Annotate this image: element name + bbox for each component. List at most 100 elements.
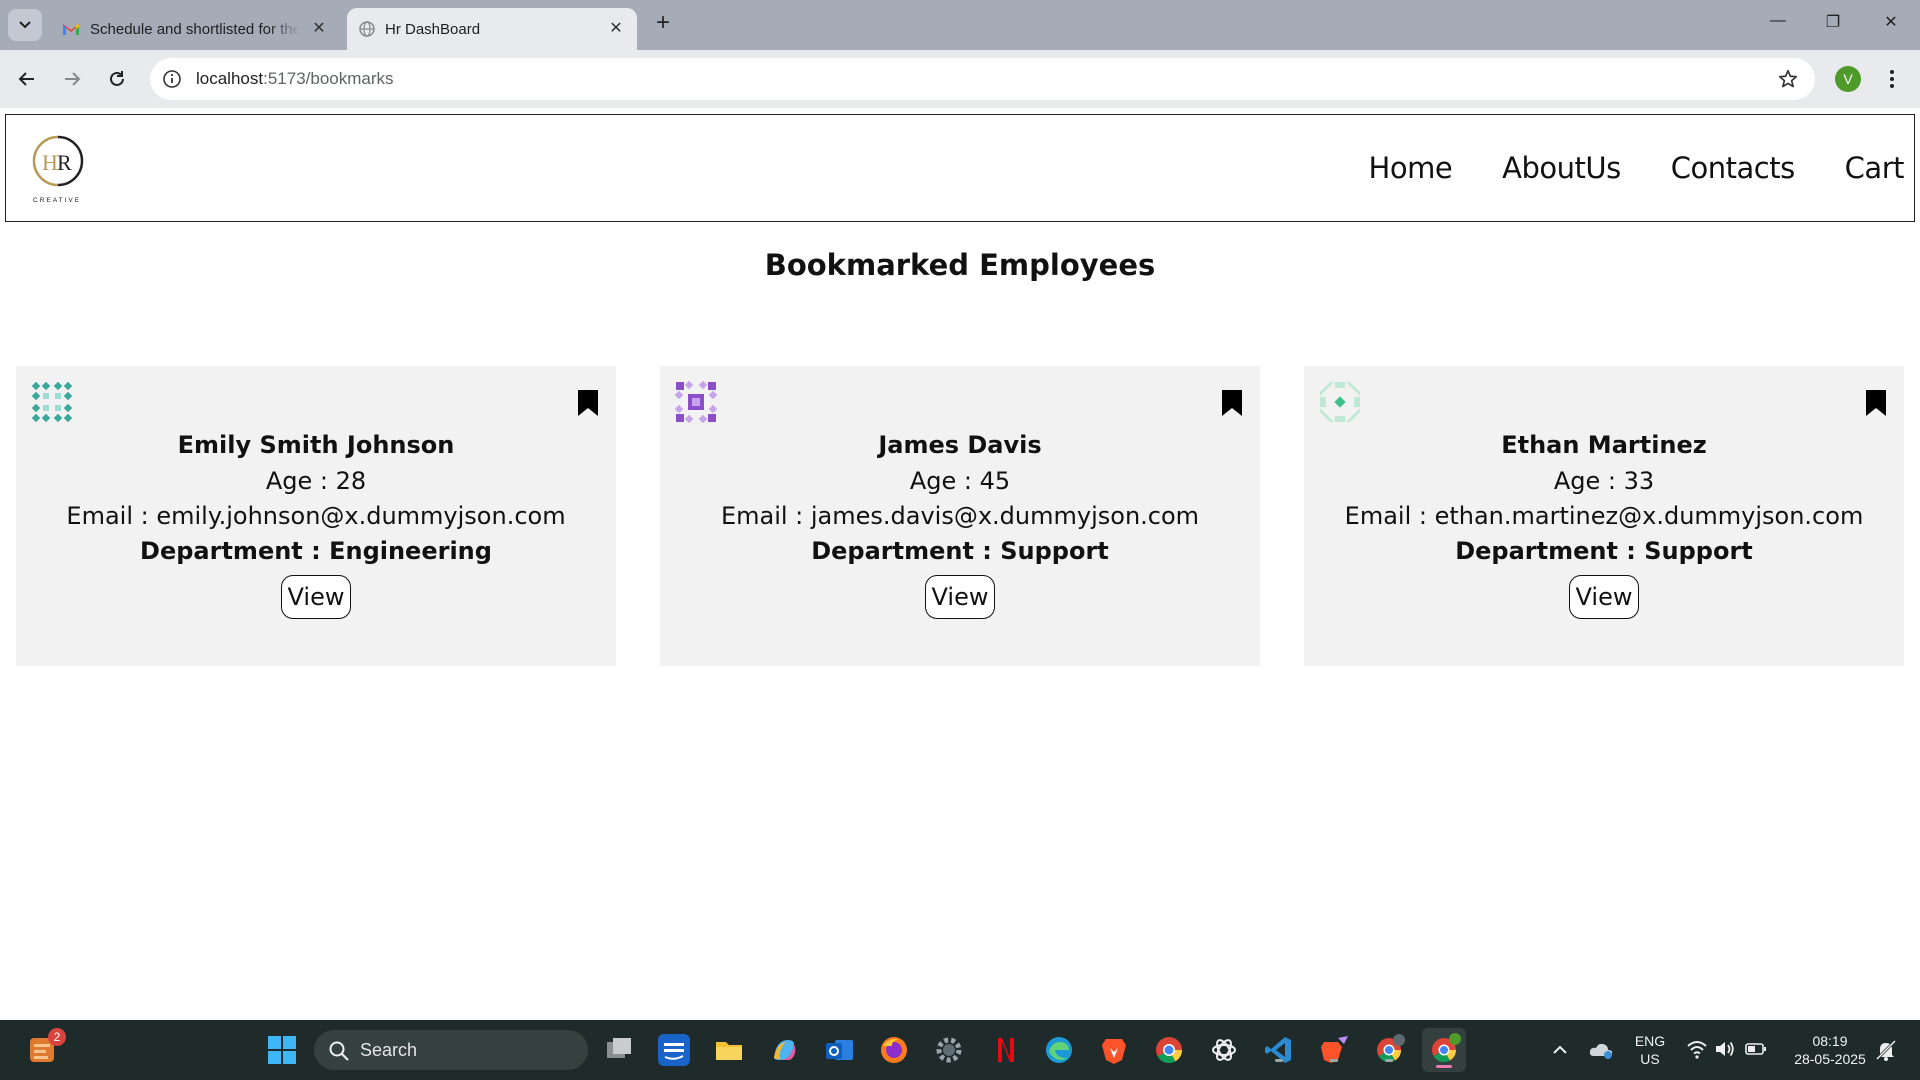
- firefox-icon: [881, 1037, 907, 1063]
- logo-subtext: CREATIVE: [33, 197, 81, 204]
- more-vert-icon: [1890, 70, 1894, 88]
- employee-name: Ethan Martinez: [1501, 431, 1707, 459]
- site-info-icon[interactable]: [162, 69, 182, 89]
- show-hidden-icons-button[interactable]: [1548, 1038, 1572, 1062]
- employee-details: Ethan Martinez Age : 33 Email : ethan.ma…: [1304, 428, 1904, 619]
- address-bar[interactable]: localhost:5173/bookmarks: [150, 58, 1815, 100]
- close-tab-icon[interactable]: ✕: [310, 20, 328, 38]
- firefox-app[interactable]: [878, 1034, 910, 1066]
- close-tab-icon[interactable]: ✕: [607, 20, 625, 38]
- region-code: US: [1640, 1051, 1660, 1067]
- restore-button[interactable]: ❐: [1818, 12, 1848, 36]
- wifi-tray[interactable]: [1686, 1038, 1708, 1060]
- svg-text:R: R: [57, 150, 72, 175]
- tab-title: Schedule and shortlisted for the: [90, 20, 300, 38]
- chrome-profile-v-app[interactable]: [1422, 1028, 1466, 1072]
- language-indicator[interactable]: ENG US: [1628, 1032, 1672, 1068]
- bookmark-icon[interactable]: [576, 388, 600, 418]
- close-window-button[interactable]: ✕: [1876, 12, 1906, 36]
- settings-app[interactable]: [933, 1034, 965, 1066]
- chatgpt-app[interactable]: [1208, 1034, 1240, 1066]
- taskbar-search[interactable]: Search: [314, 1030, 588, 1070]
- task-view-icon: [607, 1038, 631, 1058]
- gear-icon: [936, 1037, 962, 1063]
- view-button[interactable]: View: [1568, 575, 1640, 619]
- forward-button[interactable]: [57, 64, 87, 94]
- copilot-app[interactable]: [768, 1034, 800, 1066]
- edge-app[interactable]: [1043, 1034, 1075, 1066]
- employee-avatar: [1320, 382, 1360, 422]
- copilot-icon: [774, 1040, 796, 1060]
- onedrive-tray[interactable]: [1588, 1038, 1614, 1062]
- wifi-icon: [1687, 1041, 1707, 1059]
- employee-card: Ethan Martinez Age : 33 Email : ethan.ma…: [1304, 366, 1904, 666]
- start-button[interactable]: [266, 1034, 298, 1066]
- search-icon: [329, 1041, 349, 1061]
- tab-title: Hr DashBoard: [385, 20, 481, 38]
- notification-badge: 2: [48, 1028, 66, 1046]
- running-indicator: [1275, 1059, 1283, 1062]
- bookmark-icon[interactable]: [1864, 388, 1888, 418]
- brave-icon: [1102, 1039, 1126, 1064]
- bookmark-star-icon[interactable]: [1777, 68, 1799, 90]
- task-view-button[interactable]: [603, 1034, 635, 1066]
- tab-search-button[interactable]: [8, 9, 42, 41]
- nav-aboutus[interactable]: AboutUs: [1502, 151, 1621, 185]
- tab-gmail[interactable]: Schedule and shortlisted for the ✕: [50, 8, 340, 50]
- new-tab-button[interactable]: +: [650, 11, 676, 37]
- browser-toolbar: localhost:5173/bookmarks V: [0, 50, 1920, 108]
- search-placeholder: Search: [360, 1040, 418, 1060]
- view-button[interactable]: View: [924, 575, 996, 619]
- employee-department: Department : Support: [811, 537, 1109, 565]
- vscode-app[interactable]: [1263, 1034, 1295, 1066]
- reload-button[interactable]: [102, 64, 132, 94]
- weather-widget[interactable]: 2: [26, 1028, 66, 1066]
- employee-age: Age : 33: [1553, 467, 1655, 495]
- svg-text:H: H: [42, 150, 58, 175]
- notifications-button[interactable]: [1874, 1038, 1898, 1062]
- url-host: localhost: [196, 69, 264, 88]
- battery-icon: [1745, 1043, 1766, 1055]
- clock[interactable]: 08:19 28-05-2025: [1780, 1032, 1880, 1068]
- bookmark-icon[interactable]: [1220, 388, 1244, 418]
- reload-icon: [110, 71, 124, 86]
- netflix-app[interactable]: [988, 1034, 1020, 1066]
- running-indicator: [1385, 1059, 1393, 1062]
- language-code: ENG: [1634, 1033, 1666, 1049]
- employee-name: Emily Smith Johnson: [177, 431, 455, 459]
- site-header: H R CREATIVE Home AboutUs Contacts Cart: [5, 114, 1915, 222]
- prime-video-icon: [664, 1043, 684, 1060]
- employee-avatar: [31, 381, 73, 423]
- profile-avatar[interactable]: V: [1835, 66, 1861, 92]
- clock-time: 08:19: [1812, 1033, 1848, 1049]
- minimize-button[interactable]: —: [1763, 12, 1793, 36]
- employee-age: Age : 28: [265, 467, 367, 495]
- active-indicator: [1436, 1065, 1452, 1068]
- volume-tray[interactable]: [1714, 1038, 1736, 1060]
- employee-department: Department : Engineering: [140, 537, 492, 565]
- view-button[interactable]: View: [280, 575, 352, 619]
- employee-card-list: Emily Smith Johnson Age : 28 Email : emi…: [16, 366, 1906, 666]
- back-button[interactable]: [12, 64, 42, 94]
- site-logo[interactable]: H R CREATIVE: [28, 133, 88, 205]
- chrome-app[interactable]: [1153, 1034, 1185, 1066]
- employee-avatar: [674, 380, 718, 424]
- browser-menu-button[interactable]: [1882, 66, 1902, 92]
- brave-beta-app[interactable]: [1318, 1034, 1350, 1066]
- chrome-profile-j-app[interactable]: [1373, 1034, 1405, 1066]
- prime-video-app[interactable]: [658, 1034, 690, 1066]
- nav-cart[interactable]: Cart: [1845, 151, 1905, 185]
- arrow-right-icon: [65, 72, 81, 86]
- tab-hr-dashboard[interactable]: Hr DashBoard ✕: [347, 8, 637, 50]
- url-text[interactable]: localhost:5173/bookmarks: [196, 69, 394, 89]
- url-path: :5173/bookmarks: [263, 69, 394, 88]
- battery-tray[interactable]: [1744, 1038, 1768, 1060]
- employee-details: James Davis Age : 45 Email : james.davis…: [660, 428, 1260, 619]
- outlook-app[interactable]: [823, 1034, 855, 1066]
- gmail-icon: [63, 24, 79, 35]
- nav-contacts[interactable]: Contacts: [1671, 151, 1795, 185]
- file-explorer-app[interactable]: [713, 1034, 745, 1066]
- nav-home[interactable]: Home: [1369, 151, 1453, 185]
- brave-app[interactable]: [1098, 1034, 1130, 1066]
- arrow-left-icon: [18, 72, 34, 86]
